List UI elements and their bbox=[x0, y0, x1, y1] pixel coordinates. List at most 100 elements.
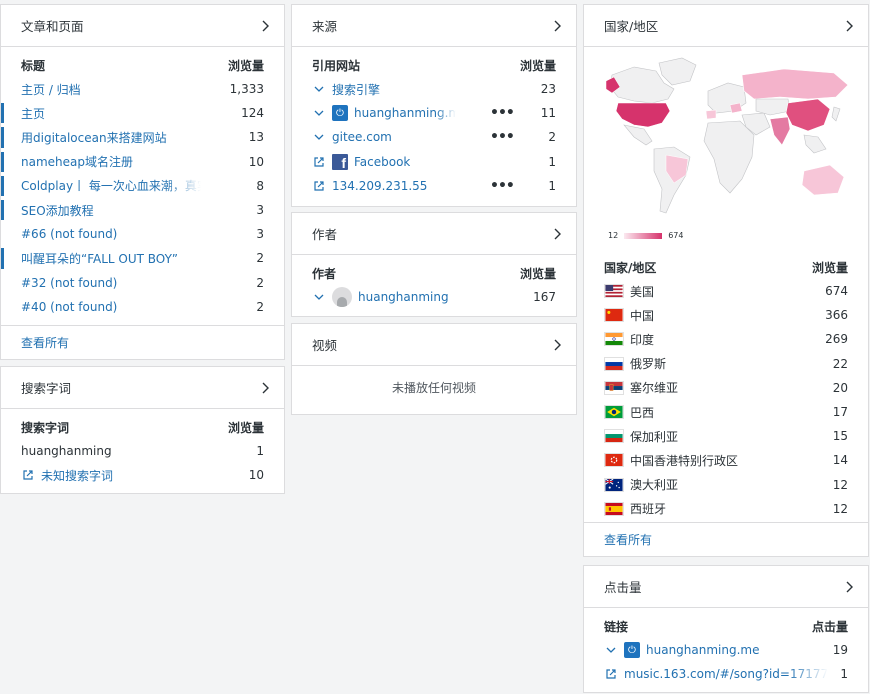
chevron-right-icon[interactable] bbox=[258, 19, 272, 33]
table-row[interactable]: music.163.com/#/song?id=17177 1 bbox=[584, 662, 868, 686]
row-label[interactable]: 用digitalocean来搭建网站 bbox=[21, 129, 167, 146]
table-row: 中国 366 bbox=[584, 303, 868, 327]
row-label: 塞尔维亚 bbox=[630, 381, 679, 396]
table-row[interactable]: #40 (not found) 2 bbox=[1, 295, 284, 319]
row-label-wrap: 西班牙 bbox=[604, 500, 666, 517]
table-row[interactable]: 用digitalocean来搭建网站 13 bbox=[1, 125, 284, 149]
chevron-down-icon[interactable] bbox=[312, 290, 326, 304]
row-label[interactable]: 主页 bbox=[21, 105, 45, 122]
more-icon[interactable]: ••• bbox=[490, 105, 515, 121]
row-value: 2 bbox=[256, 275, 264, 290]
row-label[interactable]: Facebook bbox=[354, 155, 410, 169]
row-label-wrap[interactable]: ⏻ huanghanming.me bbox=[312, 105, 456, 122]
table-row[interactable]: huanghanming 167 bbox=[292, 285, 576, 309]
posts-header[interactable]: 文章和页面 bbox=[1, 5, 284, 47]
row-label[interactable]: 未知搜索字词 bbox=[41, 467, 113, 484]
row-label[interactable]: #40 (not found) bbox=[21, 300, 117, 314]
row-label[interactable]: 134.209.231.55 bbox=[332, 179, 427, 193]
clicks-header[interactable]: 点击量 bbox=[584, 566, 868, 608]
clicks-card: 点击量 链接 点击量 ⏻ huanghanming.me 19 music.16… bbox=[583, 565, 869, 693]
chevron-right-icon[interactable] bbox=[842, 580, 856, 594]
authors-title: 作者 bbox=[312, 227, 338, 242]
countries-header[interactable]: 国家/地区 bbox=[584, 5, 868, 47]
chevron-right-icon[interactable] bbox=[842, 19, 856, 33]
row-label[interactable]: nameheap域名注册 bbox=[21, 153, 133, 170]
row-label-wrap: 俄罗斯 bbox=[604, 355, 666, 372]
row-label: 印度 bbox=[630, 332, 655, 347]
table-row[interactable]: f Facebook 1 bbox=[292, 150, 576, 174]
table-row[interactable]: 主页 124 bbox=[1, 101, 284, 125]
site-power-icon: ⏻ bbox=[332, 105, 348, 122]
rs-flag-icon bbox=[604, 380, 624, 395]
row-value: 2 bbox=[548, 130, 556, 145]
countries-col-views: 浏览量 bbox=[811, 260, 848, 275]
table-row[interactable]: 叫醒耳朵的“FALL OUT BOY” 2 bbox=[1, 246, 284, 270]
external-link-icon[interactable] bbox=[604, 667, 618, 681]
row-label[interactable]: Coldplay丨 每一次心血来潮，真实 bbox=[21, 177, 201, 194]
row-label[interactable]: SEO添加教程 bbox=[21, 202, 94, 219]
row-label[interactable]: huanghanming.me bbox=[354, 106, 456, 120]
row-label-wrap[interactable]: 134.209.231.55 bbox=[312, 179, 427, 193]
table-row[interactable]: #66 (not found) 3 bbox=[1, 222, 284, 246]
row-label: 巴西 bbox=[630, 405, 655, 420]
row-label-wrap: 巴西 bbox=[604, 404, 654, 421]
countries-view-all-link[interactable]: 查看所有 bbox=[584, 522, 868, 556]
external-link-icon[interactable] bbox=[312, 155, 326, 169]
countries-title: 国家/地区 bbox=[604, 19, 659, 34]
row-label[interactable]: huanghanming.me bbox=[646, 643, 759, 657]
chevron-right-icon[interactable] bbox=[550, 338, 564, 352]
external-link-icon[interactable] bbox=[312, 179, 326, 193]
table-row[interactable]: 未知搜索字词 10 bbox=[1, 463, 284, 487]
chevron-down-icon[interactable] bbox=[312, 130, 326, 144]
chevron-down-icon[interactable] bbox=[604, 643, 618, 657]
row-label[interactable]: gitee.com bbox=[332, 130, 392, 144]
authors-header[interactable]: 作者 bbox=[292, 213, 576, 255]
row-value: 14 bbox=[832, 453, 848, 468]
videos-header[interactable]: 视频 bbox=[292, 324, 576, 366]
countries-card: 国家/地区 12 674 国家/地区 浏览量 美国 674 中国 366 印度 … bbox=[583, 4, 869, 557]
row-label-wrap: 塞尔维亚 bbox=[604, 379, 678, 396]
table-row[interactable]: #32 (not found) 2 bbox=[1, 271, 284, 295]
table-row[interactable]: nameheap域名注册 10 bbox=[1, 150, 284, 174]
table-row[interactable]: gitee.com ••• 2 bbox=[292, 125, 576, 149]
row-label-wrap[interactable]: 未知搜索字词 bbox=[21, 467, 113, 484]
row-label[interactable]: 叫醒耳朵的“FALL OUT BOY” bbox=[21, 250, 178, 267]
table-row[interactable]: Coldplay丨 每一次心血来潮，真实 8 bbox=[1, 174, 284, 198]
referrers-header[interactable]: 来源 bbox=[292, 5, 576, 47]
chevron-right-icon[interactable] bbox=[550, 19, 564, 33]
row-label[interactable]: huanghanming bbox=[358, 290, 449, 304]
chevron-right-icon[interactable] bbox=[550, 227, 564, 241]
legend-gradient bbox=[624, 232, 663, 239]
row-label-wrap: 澳大利亚 bbox=[604, 476, 678, 493]
row-label-wrap[interactable]: music.163.com/#/song?id=17177 bbox=[604, 667, 828, 681]
row-label[interactable]: #66 (not found) bbox=[21, 227, 117, 241]
table-row[interactable]: ⏻ huanghanming.me 19 bbox=[584, 638, 868, 662]
world-map[interactable] bbox=[604, 53, 852, 223]
row-label-wrap[interactable]: huanghanming bbox=[312, 287, 449, 308]
row-label-wrap[interactable]: gitee.com bbox=[312, 130, 392, 144]
row-value: 19 bbox=[832, 643, 848, 658]
row-label-wrap[interactable]: f Facebook bbox=[312, 153, 410, 170]
chevron-right-icon[interactable] bbox=[258, 381, 272, 395]
more-icon[interactable]: ••• bbox=[490, 129, 515, 145]
table-row[interactable]: SEO添加教程 3 bbox=[1, 198, 284, 222]
row-label[interactable]: 主页 / 归档 bbox=[21, 81, 81, 98]
search-terms-header[interactable]: 搜索字词 bbox=[1, 367, 284, 409]
referrers-column-headers: 引用网站 浏览量 bbox=[292, 53, 576, 77]
table-row[interactable]: 搜索引擎 23 bbox=[292, 77, 576, 101]
row-label-wrap: 美国 bbox=[604, 283, 654, 300]
table-row[interactable]: 134.209.231.55 ••• 1 bbox=[292, 174, 576, 198]
table-row[interactable]: ⏻ huanghanming.me ••• 11 bbox=[292, 101, 576, 125]
row-label[interactable]: #32 (not found) bbox=[21, 276, 117, 290]
row-label[interactable]: 搜索引擎 bbox=[332, 81, 380, 98]
more-icon[interactable]: ••• bbox=[490, 178, 515, 194]
chevron-down-icon[interactable] bbox=[312, 106, 326, 120]
row-label-wrap[interactable]: ⏻ huanghanming.me bbox=[604, 642, 759, 659]
table-row: 巴西 17 bbox=[584, 400, 868, 424]
table-row[interactable]: 主页 / 归档 1,333 bbox=[1, 77, 284, 101]
posts-view-all-link[interactable]: 查看所有 bbox=[1, 325, 284, 359]
row-value: 674 bbox=[825, 284, 848, 299]
row-label-wrap[interactable]: 搜索引擎 bbox=[312, 81, 380, 98]
chevron-down-icon[interactable] bbox=[312, 82, 326, 96]
row-label[interactable]: music.163.com/#/song?id=17177 bbox=[624, 667, 828, 681]
